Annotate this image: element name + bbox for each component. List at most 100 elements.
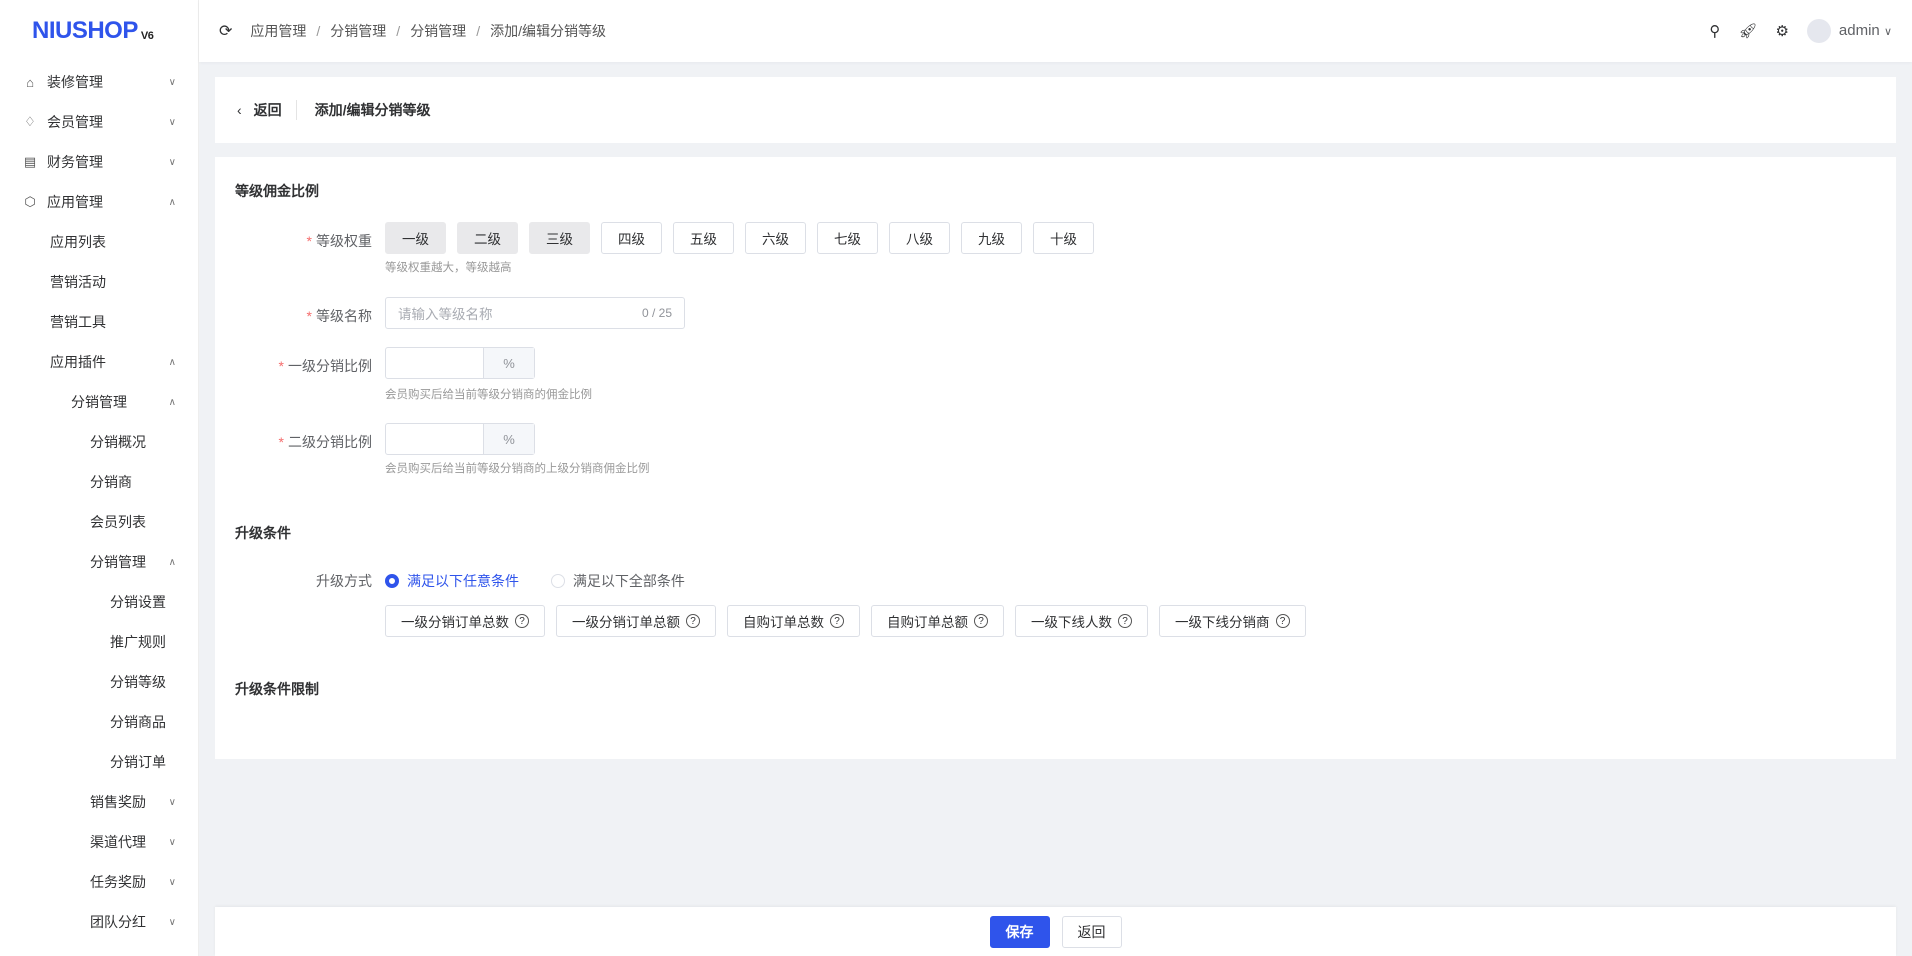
condition-button[interactable]: 一级分销订单总数? bbox=[385, 605, 545, 637]
condition-button[interactable]: 一级下线分销商? bbox=[1159, 605, 1306, 637]
sidebar-item[interactable]: 团队分红 ∨ bbox=[0, 902, 198, 942]
section-title: 升级条件限制 bbox=[235, 681, 319, 697]
condition-label: 自购订单总数 bbox=[743, 615, 824, 630]
help-icon[interactable]: ? bbox=[830, 614, 844, 628]
condition-button[interactable]: 一级分销订单总额? bbox=[556, 605, 716, 637]
help-icon[interactable]: ? bbox=[1275, 614, 1290, 628]
condition-button[interactable]: 自购订单总额? bbox=[871, 605, 1004, 637]
logo[interactable]: NIUSHOP V6 bbox=[0, 0, 198, 62]
help-icon[interactable]: ? bbox=[974, 614, 988, 628]
condition-button[interactable]: 一级下线人数? bbox=[1015, 605, 1148, 637]
level-option[interactable]: 五级 bbox=[673, 222, 734, 254]
user-menu[interactable]: admin ∨ bbox=[1806, 19, 1892, 43]
help-icon[interactable]: ? bbox=[686, 614, 700, 628]
diamond-icon: ♢ bbox=[24, 114, 36, 129]
condition-button[interactable]: 自购订单总数? bbox=[727, 605, 860, 637]
section-title: 升级条件 bbox=[235, 525, 291, 541]
breadcrumb-item: 添加/编辑分销等级 bbox=[490, 23, 606, 39]
chevron-up-icon: ∧ bbox=[168, 396, 176, 408]
chevron-left-icon[interactable]: ‹ bbox=[237, 102, 242, 118]
sidebar-item[interactable]: 分销商 bbox=[0, 462, 198, 502]
level-option[interactable]: 六级 bbox=[745, 222, 806, 254]
breadcrumb-item[interactable]: 应用管理 bbox=[250, 21, 306, 41]
search-icon[interactable]: ⚲ bbox=[1709, 22, 1720, 40]
ratio1-hint: 会员购买后给当前等级分销商的佣金比例 bbox=[385, 389, 592, 401]
condition-label: 自购订单总额 bbox=[887, 615, 968, 630]
back-button[interactable]: 返回 bbox=[1061, 915, 1122, 948]
sidebar-item-label: 分销商 bbox=[90, 474, 132, 490]
sidebar-item-label: 装修管理 bbox=[47, 74, 103, 90]
sidebar-item[interactable]: 渠道代理 ∨ bbox=[0, 822, 198, 862]
level-option[interactable]: 二级 bbox=[457, 222, 518, 254]
sidebar-item-label: 营销活动 bbox=[50, 274, 106, 290]
chevron-up-icon: ∧ bbox=[168, 356, 176, 368]
condition-label: 一级下线人数 bbox=[1031, 615, 1112, 630]
sidebar-item[interactable]: 分销订单 bbox=[0, 742, 198, 782]
ratio2-label: * 二级分销比例 bbox=[278, 434, 372, 450]
level-name-input[interactable]: 请输入等级名称 0 / 25 bbox=[385, 297, 685, 329]
sidebar-item-label: 应用插件 bbox=[50, 354, 106, 370]
sidebar-item[interactable]: 分销管理 ∧ bbox=[0, 382, 198, 422]
sidebar-item[interactable]: 应用列表 bbox=[0, 222, 198, 262]
sidebar-item[interactable]: 分销等级 bbox=[0, 662, 198, 702]
level-option[interactable]: 七级 bbox=[817, 222, 878, 254]
sidebar-item-label: 团队分红 bbox=[90, 914, 146, 930]
gear-icon[interactable]: ⚙ bbox=[1775, 22, 1788, 40]
chevron-up-icon: ∧ bbox=[168, 196, 176, 208]
sidebar-item[interactable]: 分销商品 bbox=[0, 702, 198, 742]
ratio1-input[interactable]: % bbox=[385, 347, 535, 379]
sidebar-item[interactable]: 分销设置 bbox=[0, 582, 198, 622]
sidebar-item-label: 渠道代理 bbox=[90, 834, 146, 850]
sidebar-item[interactable]: ▤ 财务管理 ∨ bbox=[0, 142, 198, 182]
sidebar-item[interactable]: ⌂ 装修管理 ∨ bbox=[0, 62, 198, 102]
sidebar-item[interactable]: 应用插件 ∧ bbox=[0, 342, 198, 382]
help-icon[interactable]: ? bbox=[1118, 614, 1132, 628]
sidebar-item[interactable]: 会员列表 bbox=[0, 502, 198, 542]
level-option[interactable]: 三级 bbox=[529, 222, 590, 254]
help-icon[interactable]: ? bbox=[515, 614, 529, 628]
ratio2-input[interactable]: % bbox=[385, 423, 535, 455]
sidebar-item-label: 分销管理 bbox=[90, 554, 146, 570]
condition-buttons: 一级分销订单总数? 一级分销订单总额? 自购订单总数? 自购订单总额? 一级下线人数? 一… bbox=[385, 605, 1306, 637]
back-link[interactable]: 返回 bbox=[254, 100, 297, 120]
sidebar-item-label: 分销等级 bbox=[110, 674, 166, 690]
level-option[interactable]: 十级 bbox=[1033, 222, 1094, 254]
top-header: ⟳ 应用管理 / 分销管理 / 分销管理 / 添加/编辑分销等级 ⚲ 🚀︎ ⚙ adm… bbox=[199, 0, 1912, 62]
chevron-down-icon: ∨ bbox=[168, 76, 176, 88]
chevron-down-icon: ∨ bbox=[168, 876, 176, 888]
mode-label: 升级方式 bbox=[316, 573, 372, 589]
ratio1-label: * 一级分销比例 bbox=[278, 358, 372, 374]
level-option[interactable]: 九级 bbox=[961, 222, 1022, 254]
sidebar-item[interactable]: 推广规则 bbox=[0, 622, 198, 662]
sidebar-item[interactable]: 营销工具 bbox=[0, 302, 198, 342]
decoration-icon: ⌂ bbox=[26, 74, 34, 90]
radio-all-conditions[interactable]: 满足以下全部条件 bbox=[550, 571, 685, 591]
upgrade-mode-radio-group: 满足以下任意条件 满足以下全部条件 bbox=[385, 571, 713, 591]
breadcrumb-item[interactable]: 分销管理 bbox=[410, 21, 466, 41]
rocket-icon[interactable]: 🚀︎ bbox=[1738, 22, 1757, 40]
chevron-down-icon: ∨ bbox=[168, 916, 176, 928]
sidebar-item-label: 任务奖励 bbox=[90, 874, 146, 890]
sidebar-item[interactable]: 任务奖励 ∨ bbox=[0, 862, 198, 902]
sidebar-item[interactable]: 分销管理 ∧ bbox=[0, 542, 198, 582]
refresh-icon[interactable]: ⟳ bbox=[219, 21, 232, 41]
footer-bar: 保存 返回 bbox=[215, 907, 1896, 956]
sidebar-item-label: 分销管理 bbox=[71, 394, 127, 410]
sidebar-item[interactable]: ♢ 会员管理 ∨ bbox=[0, 102, 198, 142]
sidebar-item-label: 应用管理 bbox=[47, 194, 103, 210]
sidebar-item[interactable]: 销售奖励 ∨ bbox=[0, 782, 198, 822]
radio-any-condition[interactable]: 满足以下任意条件 bbox=[385, 571, 519, 591]
level-option[interactable]: 四级 bbox=[601, 222, 662, 254]
sidebar-item[interactable]: 营销活动 bbox=[0, 262, 198, 302]
save-button[interactable]: 保存 bbox=[989, 915, 1050, 948]
sidebar-item-label: 营销工具 bbox=[50, 314, 106, 330]
level-option[interactable]: 八级 bbox=[889, 222, 950, 254]
chevron-up-icon: ∧ bbox=[168, 556, 176, 568]
level-option[interactable]: 一级 bbox=[385, 222, 446, 254]
breadcrumb: 应用管理 / 分销管理 / 分销管理 / 添加/编辑分销等级 bbox=[250, 21, 606, 41]
breadcrumb-item[interactable]: 分销管理 bbox=[330, 21, 386, 41]
finance-icon: ▤ bbox=[23, 154, 37, 169]
sidebar-item[interactable]: ⬡ 应用管理 ∧ bbox=[0, 182, 198, 222]
sidebar-item-label: 会员列表 bbox=[90, 514, 146, 530]
sidebar-item[interactable]: 分销概况 bbox=[0, 422, 198, 462]
